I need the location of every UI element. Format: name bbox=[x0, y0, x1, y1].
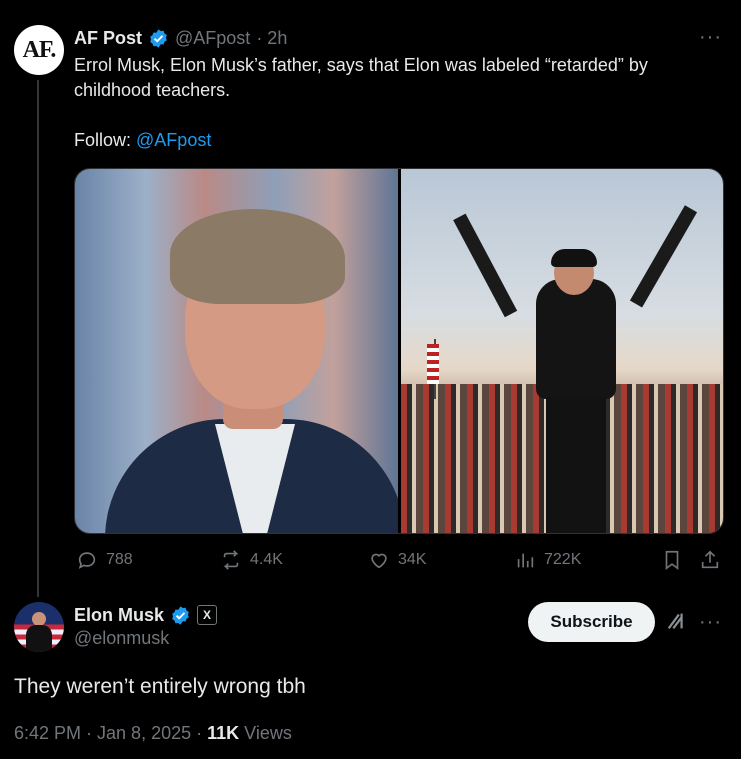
views-label: Views bbox=[244, 723, 292, 743]
photo-cap-shape bbox=[550, 249, 597, 267]
reply-tweet-header: Elon Musk X bbox=[74, 603, 218, 627]
elonmusk-avatar[interactable] bbox=[14, 602, 64, 652]
photo-flag-shape bbox=[426, 344, 439, 384]
author-name[interactable]: Elon Musk bbox=[74, 605, 164, 626]
tweet-media-grid[interactable] bbox=[74, 168, 724, 534]
verified-badge-icon bbox=[170, 605, 191, 626]
like-count: 34K bbox=[398, 551, 427, 568]
more-icon[interactable]: ··· bbox=[699, 26, 722, 49]
tweet-text-line: childhood teachers. bbox=[74, 80, 231, 100]
affiliate-badge[interactable]: X bbox=[197, 605, 218, 625]
photo-hair-shape bbox=[170, 209, 345, 304]
grok-icon[interactable] bbox=[666, 610, 688, 637]
subscribe-button[interactable]: Subscribe bbox=[528, 602, 655, 642]
photo-right-arm-shape bbox=[629, 205, 697, 308]
author-name[interactable]: AF Post bbox=[74, 28, 142, 49]
parent-tweet-header: AF Post @AFpost · 2h bbox=[74, 26, 287, 50]
author-handle[interactable]: @AFpost bbox=[175, 28, 250, 49]
avatar-body-shape bbox=[26, 625, 52, 652]
photo-body-shape bbox=[535, 279, 616, 399]
views-icon bbox=[517, 553, 534, 568]
bookmark-icon bbox=[665, 550, 679, 570]
like-action[interactable]: 34K bbox=[368, 549, 426, 571]
author-handle[interactable]: @elonmusk bbox=[74, 628, 169, 649]
share-icon bbox=[701, 550, 719, 569]
afpost-avatar[interactable]: AF. bbox=[14, 25, 64, 75]
follow-line: Follow: @AFpost bbox=[74, 128, 211, 153]
views-count: 11K bbox=[207, 723, 240, 743]
photo-legs-shape bbox=[545, 397, 606, 533]
repost-count: 4.4K bbox=[250, 551, 283, 568]
avatar-logo-text: AF. bbox=[22, 36, 57, 63]
views-action[interactable]: 722K bbox=[514, 549, 581, 571]
bookmark-action[interactable] bbox=[661, 549, 683, 571]
photo-left-arm-shape bbox=[452, 213, 517, 318]
reply-count: 788 bbox=[106, 551, 133, 568]
views-count: 722K bbox=[544, 551, 582, 568]
thread-connector-line bbox=[37, 80, 39, 597]
repost-icon bbox=[223, 550, 239, 570]
tweet-timestamp[interactable]: 6:42 PM · Jan 8, 2025 · bbox=[14, 723, 202, 744]
like-icon bbox=[371, 553, 387, 569]
reply-icon bbox=[78, 552, 96, 569]
more-icon[interactable]: ··· bbox=[699, 611, 722, 634]
avatar-head-shape bbox=[32, 612, 46, 626]
follow-label: Follow: bbox=[74, 130, 132, 150]
verified-badge-icon bbox=[148, 28, 169, 49]
tweet-time[interactable]: · 2h bbox=[256, 28, 287, 49]
photo-errol-musk[interactable] bbox=[75, 169, 398, 533]
parent-tweet-text: Errol Musk, Elon Musk’s father, says tha… bbox=[74, 53, 714, 103]
reply-action[interactable]: 788 bbox=[76, 549, 133, 571]
reply-tweet-meta: 6:42 PM · Jan 8, 2025 · 11K Views bbox=[14, 723, 292, 744]
photo-elon-musk[interactable] bbox=[400, 169, 723, 533]
reply-tweet-text: They weren’t entirely wrong tbh bbox=[14, 675, 306, 698]
tweet-text-line: Errol Musk, Elon Musk’s father, says tha… bbox=[74, 55, 648, 75]
repost-action[interactable]: 4.4K bbox=[220, 549, 283, 571]
share-action[interactable] bbox=[699, 549, 721, 571]
follow-mention-link[interactable]: @AFpost bbox=[136, 130, 211, 150]
